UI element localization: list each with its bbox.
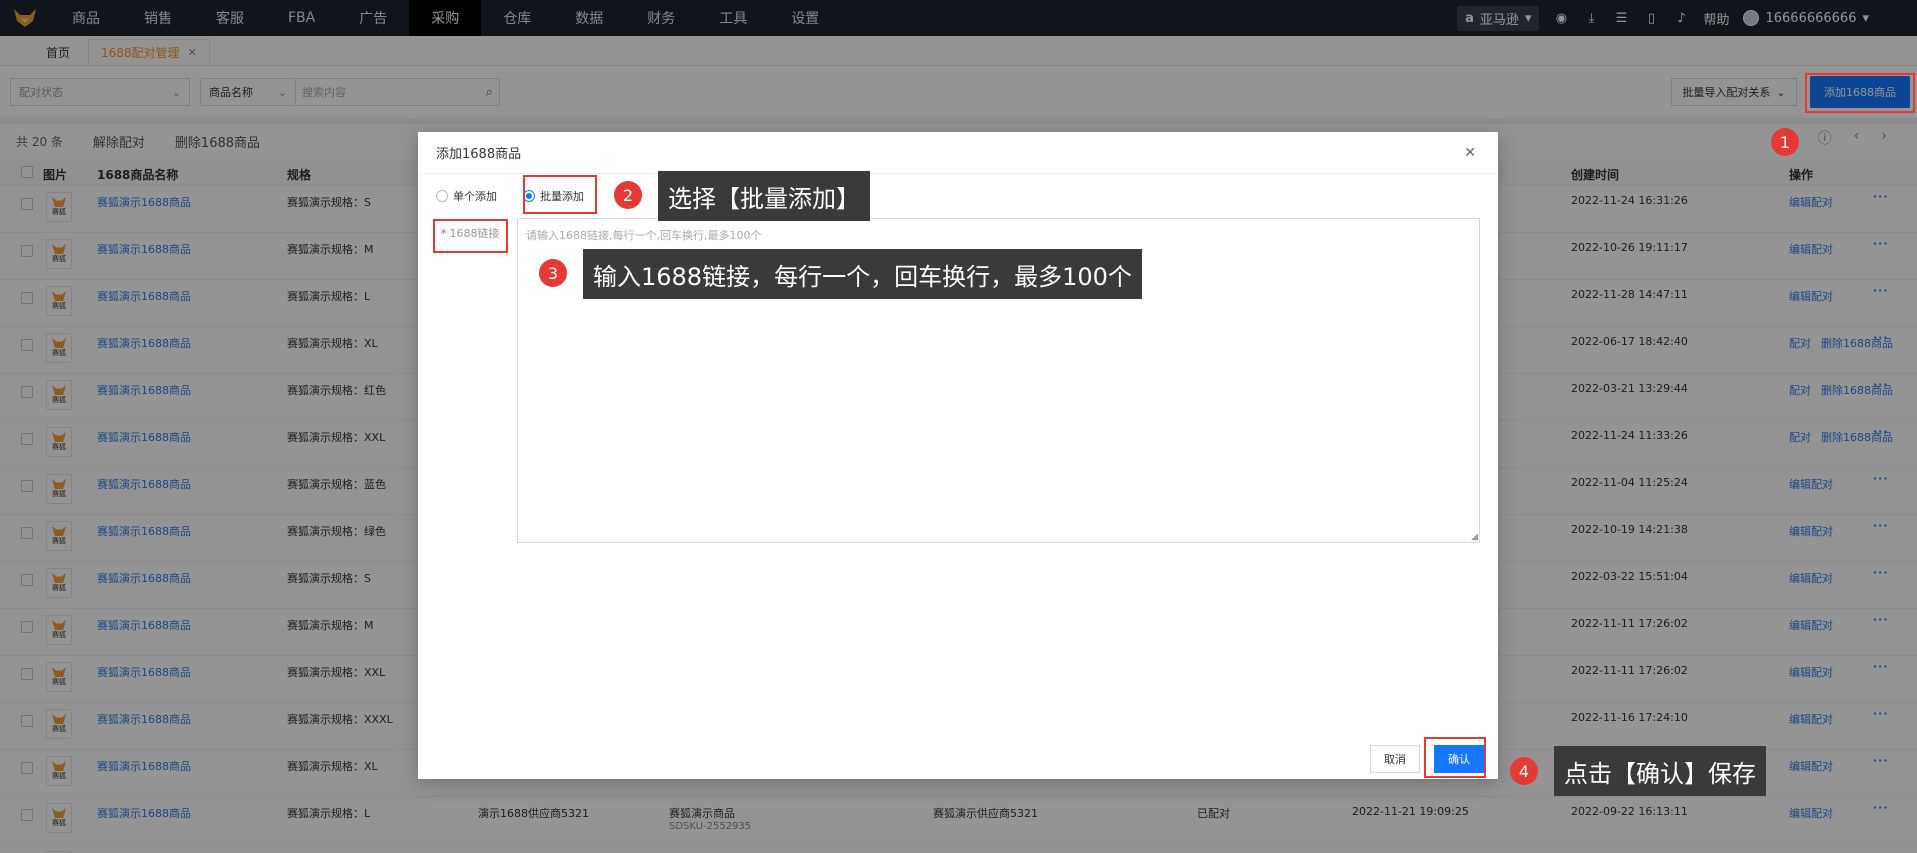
- radio-label: 批量添加: [540, 190, 584, 203]
- confirm-button[interactable]: 确认: [1434, 745, 1484, 773]
- dialog-footer: 取消 确认: [1370, 745, 1484, 773]
- step-badge-1: 1: [1771, 128, 1799, 156]
- step-badge-2: 2: [614, 181, 642, 209]
- link-label-text: 1688链接: [449, 227, 500, 240]
- radio-dot: [523, 190, 535, 202]
- required-mark: *: [441, 227, 447, 240]
- radio-label: 单个添加: [453, 190, 497, 203]
- step-badge-3: 3: [539, 259, 567, 287]
- add-1688-product-dialog: 添加1688商品 ✕ 单个添加 批量添加 * 1688链接 请输入1688链接,每…: [418, 132, 1498, 779]
- close-icon[interactable]: ✕: [1464, 145, 1476, 161]
- dialog-title: 添加1688商品: [418, 132, 1498, 174]
- radio-single-add[interactable]: 单个添加: [436, 188, 497, 204]
- cancel-button[interactable]: 取消: [1370, 745, 1420, 773]
- step-callout-4: 点击【确认】保存: [1554, 746, 1766, 796]
- step-callout-3: 输入1688链接，每行一个，回车换行，最多100个: [583, 249, 1142, 299]
- resize-handle-icon[interactable]: ◢: [1471, 532, 1478, 542]
- step-callout-2: 选择【批量添加】: [658, 171, 870, 221]
- add-mode-radio-group: 单个添加 批量添加: [436, 188, 584, 204]
- radio-batch-add[interactable]: 批量添加: [523, 188, 584, 204]
- textarea-placeholder: 请输入1688链接,每行一个,回车换行,最多100个: [526, 229, 762, 242]
- step-badge-4: 4: [1510, 757, 1538, 785]
- link-field-label: * 1688链接: [441, 225, 500, 241]
- radio-dot: [436, 190, 448, 202]
